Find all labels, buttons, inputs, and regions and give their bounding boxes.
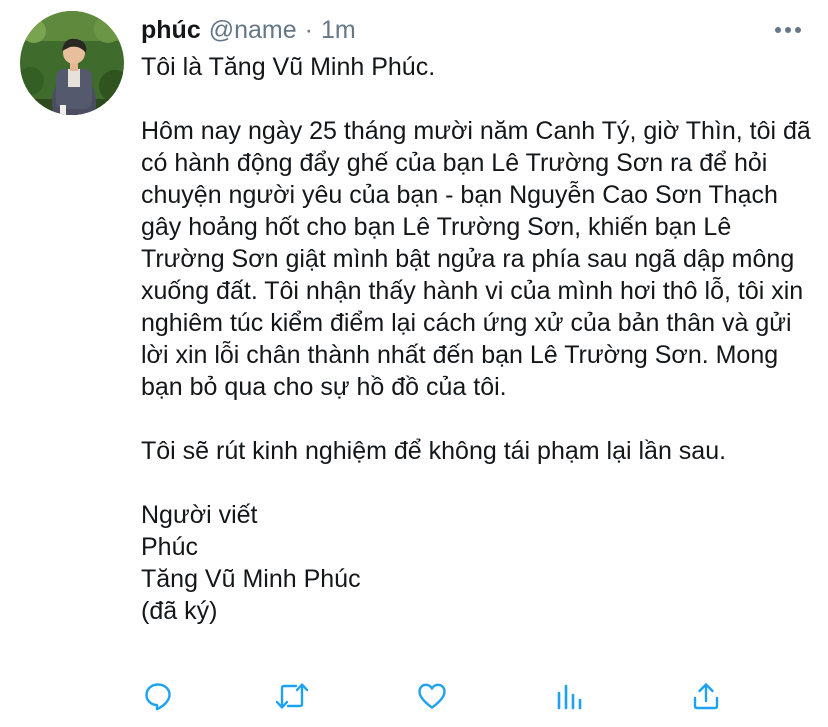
signature-full-name: Tăng Vũ Minh Phúc — [141, 565, 361, 593]
tweet-timestamp[interactable]: 1m — [321, 14, 356, 46]
tweet: phúc @name · 1m Tôi là Tăng Vũ Minh Phúc… — [0, 0, 828, 727]
tweet-promise-paragraph: Tôi sẽ rút kinh nghiệm để không tái phạm… — [141, 437, 727, 465]
tweet-header: phúc @name · 1m — [141, 14, 356, 46]
more-options-button[interactable] — [768, 14, 808, 46]
reply-button[interactable] — [138, 676, 178, 716]
analytics-icon — [557, 684, 582, 710]
like-icon — [418, 683, 446, 709]
like-button[interactable] — [412, 676, 452, 716]
tweet-main-paragraph: Hôm nay ngày 25 tháng mười năm Canh Tý, … — [141, 117, 811, 401]
signature-label: Người viết — [141, 501, 258, 529]
author-display-name[interactable]: phúc — [141, 14, 201, 46]
more-options-icon — [775, 27, 801, 33]
share-icon — [693, 683, 719, 710]
signature-signed-note: (đã ký) — [141, 597, 218, 625]
retweet-button[interactable] — [272, 676, 312, 716]
retweet-icon — [275, 683, 309, 709]
tweet-intro-line: Tôi là Tăng Vũ Minh Phúc. — [141, 53, 436, 81]
tweet-text: Tôi là Tăng Vũ Minh Phúc. Hôm nay ngày 2… — [141, 51, 811, 627]
header-separator: · — [304, 16, 313, 44]
avatar[interactable] — [20, 11, 124, 115]
reply-icon — [145, 683, 171, 711]
signature-short-name: Phúc — [141, 533, 198, 561]
tweet-actions-bar — [0, 676, 828, 716]
author-handle[interactable]: @name — [209, 14, 297, 46]
share-button[interactable] — [686, 676, 726, 716]
analytics-button[interactable] — [550, 676, 590, 716]
avatar-photo — [20, 11, 124, 115]
